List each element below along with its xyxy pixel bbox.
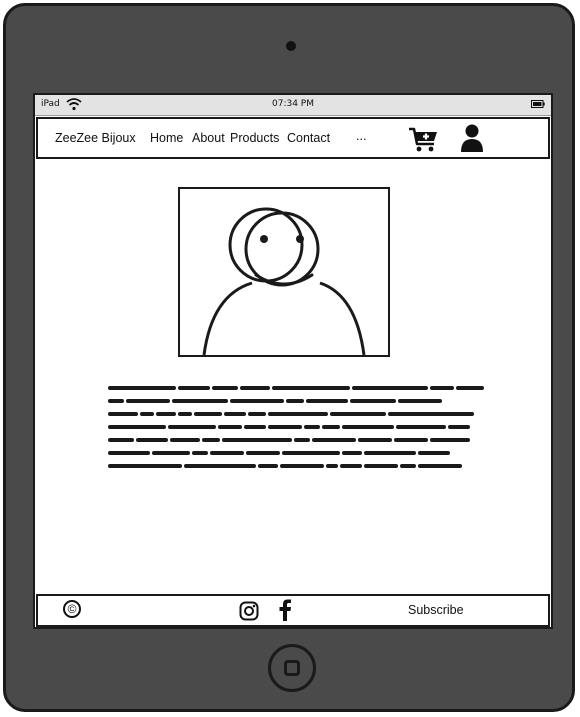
copyright-icon: ©	[63, 600, 81, 618]
nav-link-contact[interactable]: Contact	[287, 131, 330, 145]
avatar-placeholder-icon	[202, 207, 366, 355]
top-navbar: ZeeZee Bijoux Home About Products Contac…	[36, 117, 550, 159]
device-home-button[interactable]	[268, 644, 316, 692]
nav-link-home[interactable]: Home	[150, 131, 183, 145]
cart-plus-icon[interactable]	[408, 125, 440, 153]
tablet-frame: iPad 07:34 PM ZeeZee Bijoux Home About P…	[3, 3, 575, 712]
camera-icon	[286, 41, 296, 51]
tablet-screen: iPad 07:34 PM ZeeZee Bijoux Home About P…	[33, 93, 553, 629]
status-bar: iPad 07:34 PM	[35, 95, 551, 116]
home-button-icon	[284, 660, 300, 676]
page-footer: © Subscribe	[36, 594, 550, 627]
battery-icon	[531, 100, 545, 108]
hero-image-placeholder	[178, 187, 390, 357]
subscribe-link[interactable]: Subscribe	[408, 603, 464, 617]
main-content	[35, 159, 551, 594]
nav-overflow-ellipsis[interactable]: ...	[356, 129, 366, 143]
placeholder-text-scribble	[108, 386, 484, 468]
instagram-icon[interactable]	[239, 601, 259, 621]
status-time: 07:34 PM	[272, 99, 314, 109]
nav-link-about[interactable]: About	[192, 131, 225, 145]
user-account-icon[interactable]	[460, 123, 484, 153]
brand-name[interactable]: ZeeZee Bijoux	[55, 131, 136, 145]
nav-link-products[interactable]: Products	[230, 131, 279, 145]
facebook-icon[interactable]	[278, 599, 292, 621]
